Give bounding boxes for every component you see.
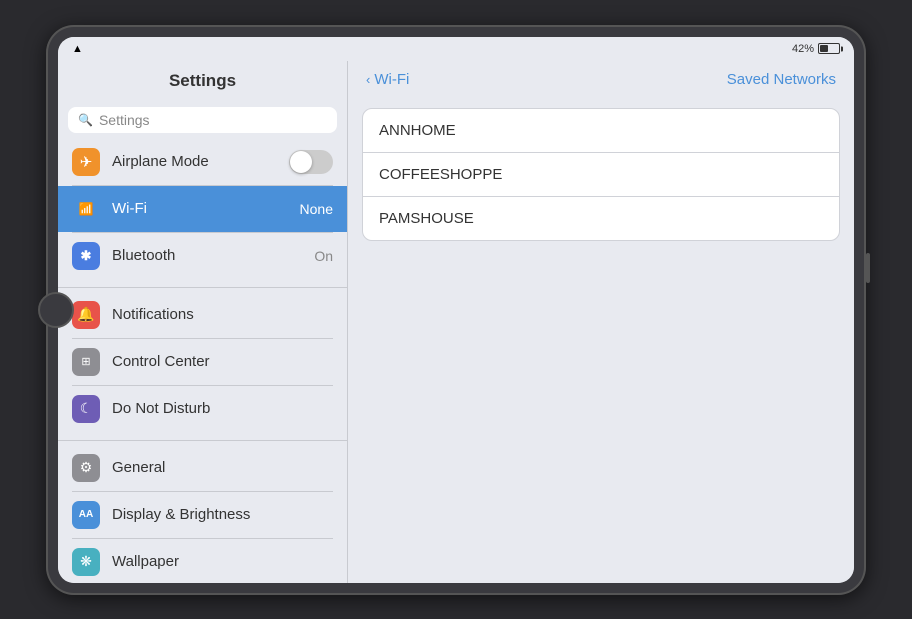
wallpaper-label: Wallpaper [112, 553, 333, 570]
wifi-icon: 📶 [72, 195, 100, 223]
battery-bar [818, 43, 840, 54]
wifi-label: Wi-Fi [112, 200, 288, 217]
right-panel-header: ‹ Wi-Fi Saved Networks [348, 61, 854, 98]
saved-networks-button[interactable]: Saved Networks [727, 71, 836, 88]
bluetooth-value: On [314, 248, 333, 264]
search-icon: 🔍 [78, 113, 93, 127]
battery-fill [820, 45, 828, 52]
airplane-mode-label: Airplane Mode [112, 153, 277, 170]
airplane-mode-toggle[interactable] [289, 150, 333, 174]
right-panel: ‹ Wi-Fi Saved Networks ANNHOME COFFEESHO… [348, 61, 854, 583]
network-item-annhome[interactable]: ANNHOME [363, 109, 839, 153]
do-not-disturb-label: Do Not Disturb [112, 400, 333, 417]
settings-group-connectivity: ✈ Airplane Mode 📶 Wi-Fi None [58, 139, 347, 279]
main-content: Settings 🔍 Settings ✈ Airplane Mode [58, 61, 854, 583]
settings-group-appearance: ⚙ General AA Display & Brightness ❋ Wall… [58, 440, 347, 583]
sidebar: Settings 🔍 Settings ✈ Airplane Mode [58, 61, 348, 583]
wifi-value: None [300, 201, 333, 217]
sidebar-item-bluetooth[interactable]: ✱ Bluetooth On [58, 233, 347, 279]
control-center-label: Control Center [112, 353, 333, 370]
battery-percent-label: 42% [792, 43, 814, 55]
status-bar-right: 42% [792, 43, 840, 55]
settings-groups: ✈ Airplane Mode 📶 Wi-Fi None [58, 139, 347, 583]
sidebar-item-control-center[interactable]: ⊞ Control Center [58, 339, 347, 385]
device-frame: ▲ 42% Settings 🔍 Settings [46, 25, 866, 595]
back-chevron-icon: ‹ [366, 72, 370, 87]
airplane-mode-icon: ✈ [72, 148, 100, 176]
status-bar-left: ▲ [72, 43, 83, 55]
toggle-thumb [290, 151, 312, 173]
home-button[interactable] [38, 292, 74, 328]
bluetooth-label: Bluetooth [112, 247, 302, 264]
general-label: General [112, 459, 333, 476]
battery-icon [818, 43, 840, 54]
bluetooth-icon: ✱ [72, 242, 100, 270]
settings-group-system: 🔔 Notifications ⊞ Control Center ☾ Do No… [58, 287, 347, 432]
do-not-disturb-icon: ☾ [72, 395, 100, 423]
sidebar-title: Settings [169, 71, 236, 90]
status-bar: ▲ 42% [58, 37, 854, 61]
network-ssid-pamshouse: PAMSHOUSE [379, 210, 474, 227]
status-wifi-icon: ▲ [72, 43, 83, 55]
sidebar-item-airplane-mode[interactable]: ✈ Airplane Mode [58, 139, 347, 185]
network-ssid-coffeeshoppe: COFFEESHOPPE [379, 166, 502, 183]
networks-list: ANNHOME COFFEESHOPPE PAMSHOUSE [362, 108, 840, 241]
control-center-icon: ⊞ [72, 348, 100, 376]
sidebar-item-do-not-disturb[interactable]: ☾ Do Not Disturb [58, 386, 347, 432]
sidebar-item-wallpaper[interactable]: ❋ Wallpaper [58, 539, 347, 583]
display-brightness-icon: AA [72, 501, 100, 529]
back-label: Wi-Fi [374, 71, 409, 88]
sidebar-header: Settings [58, 61, 347, 101]
network-item-coffeeshoppe[interactable]: COFFEESHOPPE [363, 153, 839, 197]
general-icon: ⚙ [72, 454, 100, 482]
device-screen: ▲ 42% Settings 🔍 Settings [58, 37, 854, 583]
notifications-icon: 🔔 [72, 301, 100, 329]
search-placeholder: Settings [99, 112, 150, 128]
sidebar-item-wifi[interactable]: 📶 Wi-Fi None [58, 186, 347, 232]
sidebar-item-general[interactable]: ⚙ General [58, 445, 347, 491]
saved-networks-label: Saved Networks [727, 71, 836, 88]
back-button[interactable]: ‹ Wi-Fi [366, 71, 409, 88]
display-brightness-label: Display & Brightness [112, 506, 333, 523]
sidebar-item-display-brightness[interactable]: AA Display & Brightness [58, 492, 347, 538]
notifications-label: Notifications [112, 306, 333, 323]
search-bar[interactable]: 🔍 Settings [68, 107, 337, 133]
network-ssid-annhome: ANNHOME [379, 122, 456, 139]
network-item-pamshouse[interactable]: PAMSHOUSE [363, 197, 839, 240]
wallpaper-icon: ❋ [72, 548, 100, 576]
sidebar-item-notifications[interactable]: 🔔 Notifications [58, 292, 347, 338]
side-button[interactable] [866, 253, 870, 283]
